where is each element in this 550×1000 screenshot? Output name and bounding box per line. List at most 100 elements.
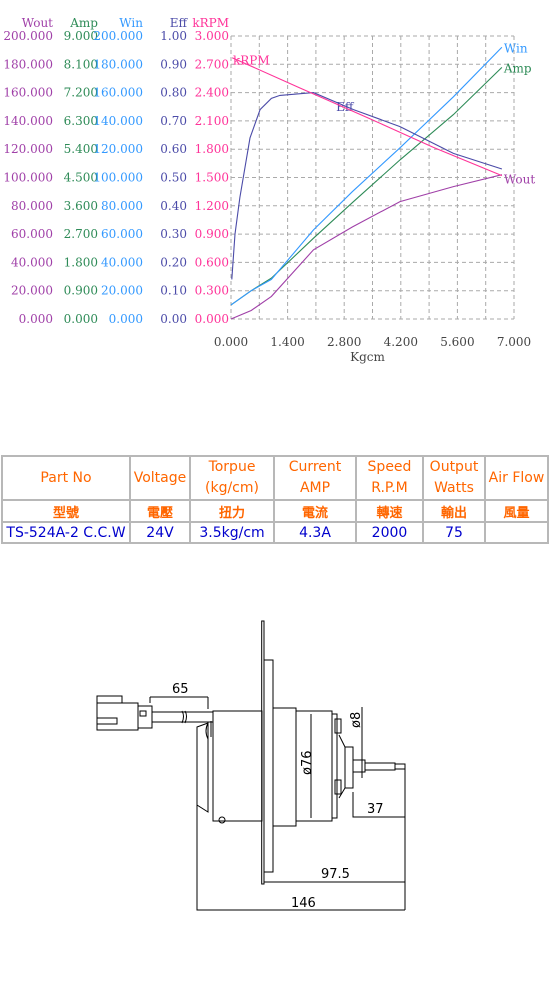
y-tick-label-win: 80.000 [101, 199, 143, 213]
y-tick-label-wout: 200.000 [3, 29, 53, 43]
value-air-flow [484, 521, 549, 544]
header-zh-current: 電流 [273, 499, 357, 523]
series-line-amp [230, 67, 503, 306]
lead-wire [152, 710, 213, 724]
header-output: Output Watts [422, 455, 486, 501]
dim-lead-label: 65 [172, 682, 189, 697]
y-tick-label-wout: 40.000 [11, 255, 53, 269]
y-tick-label-krpm: 0.300 [195, 284, 229, 298]
series-line-wout [230, 174, 503, 320]
y-tick-label-wout: 160.000 [3, 86, 53, 100]
y-tick-label-win: 160.000 [93, 86, 143, 100]
header-zh-speed: 轉速 [355, 499, 424, 523]
y-tick-label-krpm: 2.100 [195, 114, 229, 128]
y-tick-label-eff: 0.30 [160, 227, 187, 241]
series-label-amp: Amp [503, 61, 532, 75]
value-current: 4.3A [273, 521, 357, 544]
y-tick-label-win: 20.000 [101, 284, 143, 298]
value-voltage: 24V [129, 521, 191, 544]
axis-title-wout: Wout [22, 16, 53, 30]
y-tick-label-amp: 3.600 [64, 199, 98, 213]
x-tick-label: 1.400 [270, 335, 304, 349]
y-tick-label-wout: 20.000 [11, 284, 53, 298]
spec-value-row: TS-524A-2 C.C.W 24V 3.5kg/cm 4.3A 2000 7… [1, 521, 549, 544]
dim-total-label: 146 [291, 896, 316, 911]
series-line-win [230, 46, 503, 306]
y-tick-label-eff: 0.80 [160, 86, 187, 100]
header-zh-voltage: 電壓 [129, 499, 191, 523]
dim-shaft-label: 37 [367, 802, 384, 817]
y-tick-label-wout: 140.000 [3, 114, 53, 128]
y-tick-label-eff: 0.60 [160, 142, 187, 156]
spec-header-row: Part No Voltage Torpue (kg/cm) Current A… [1, 455, 549, 501]
series-label-wout: Wout [504, 173, 535, 187]
series-label-krpm: kRPM [233, 54, 270, 68]
header-air-flow: Air Flow [484, 455, 549, 501]
axis-title-amp: Amp [69, 16, 98, 30]
y-tick-label-win: 40.000 [101, 255, 143, 269]
x-tick-label: 7.000 [497, 335, 531, 349]
y-tick-label-eff: 0.90 [160, 57, 187, 71]
series-label-eff: Eff [336, 100, 355, 114]
header-zh-part-no: 型號 [1, 499, 131, 523]
value-speed: 2000 [355, 521, 424, 544]
y-tick-label-krpm: 0.000 [195, 312, 229, 326]
header-zh-torque: 扭力 [189, 499, 275, 523]
y-tick-label-wout: 0.000 [19, 312, 53, 326]
y-tick-label-amp: 2.700 [64, 227, 98, 241]
spec-table: Part No Voltage Torpue (kg/cm) Current A… [1, 455, 549, 544]
x-axis-label: Kgcm [350, 350, 385, 364]
value-part-no: TS-524A-2 C.C.W [1, 521, 131, 544]
dim-body-diameter-label: ø76 [300, 751, 315, 776]
x-tick-label: 5.600 [440, 335, 474, 349]
y-tick-label-amp: 0.000 [64, 312, 98, 326]
x-tick-label: 0.000 [214, 335, 248, 349]
y-tick-label-wout: 60.000 [11, 227, 53, 241]
y-tick-label-krpm: 0.600 [195, 255, 229, 269]
y-tick-label-krpm: 0.900 [195, 227, 229, 241]
axis-title-win: Win [119, 16, 143, 30]
y-tick-label-win: 200.000 [93, 29, 143, 43]
dim-shaft-diameter-label: ø8 [349, 712, 364, 728]
y-tick-label-amp: 1.800 [64, 255, 98, 269]
header-torque: Torpue (kg/cm) [189, 455, 275, 501]
y-tick-label-wout: 180.000 [3, 57, 53, 71]
y-tick-label-eff: 0.00 [160, 312, 187, 326]
series-label-win: Win [504, 41, 528, 55]
y-tick-label-eff: 1.00 [160, 29, 187, 43]
value-torque: 3.5kg/cm [189, 521, 275, 544]
y-tick-label-win: 0.000 [109, 312, 143, 326]
header-zh-output: 輸出 [422, 499, 486, 523]
y-tick-label-eff: 0.20 [160, 255, 187, 269]
y-tick-label-win: 180.000 [93, 57, 143, 71]
y-tick-label-eff: 0.10 [160, 284, 187, 298]
dim-flange-label: 97.5 [321, 867, 350, 882]
y-tick-label-krpm: 1.500 [195, 171, 229, 185]
y-tick-label-eff: 0.40 [160, 199, 187, 213]
y-tick-label-win: 100.000 [93, 171, 143, 185]
header-current: Current AMP [273, 455, 357, 501]
header-voltage: Voltage [129, 455, 191, 501]
header-zh-air-flow: 風量 [484, 499, 549, 523]
y-tick-label-win: 60.000 [101, 227, 143, 241]
y-tick-label-krpm: 1.200 [195, 199, 229, 213]
x-tick-label: 4.200 [384, 335, 418, 349]
spec-header-zh-row: 型號 電壓 扭力 電流 轉速 輸出 風量 [1, 499, 549, 523]
y-tick-label-krpm: 3.000 [195, 29, 229, 43]
y-tick-label-wout: 80.000 [11, 199, 53, 213]
y-tick-label-eff: 0.50 [160, 171, 187, 185]
motor-dimension-drawing: 65 ø76 ø8 37 97.5 146 [96, 620, 406, 911]
axis-title-eff: Eff [170, 16, 189, 30]
y-tick-label-krpm: 2.400 [195, 86, 229, 100]
y-tick-label-amp: 0.900 [64, 284, 98, 298]
connector [96, 695, 153, 731]
performance-chart: Wout0.00020.00040.00060.00080.000100.000… [3, 16, 535, 364]
series-line-krpm [231, 57, 503, 177]
y-tick-label-krpm: 2.700 [195, 57, 229, 71]
y-tick-label-win: 140.000 [93, 114, 143, 128]
y-tick-label-eff: 0.70 [160, 114, 187, 128]
value-output: 75 [422, 521, 486, 544]
y-tick-label-win: 120.000 [93, 142, 143, 156]
y-tick-label-krpm: 1.800 [195, 142, 229, 156]
axis-title-krpm: kRPM [192, 16, 229, 30]
